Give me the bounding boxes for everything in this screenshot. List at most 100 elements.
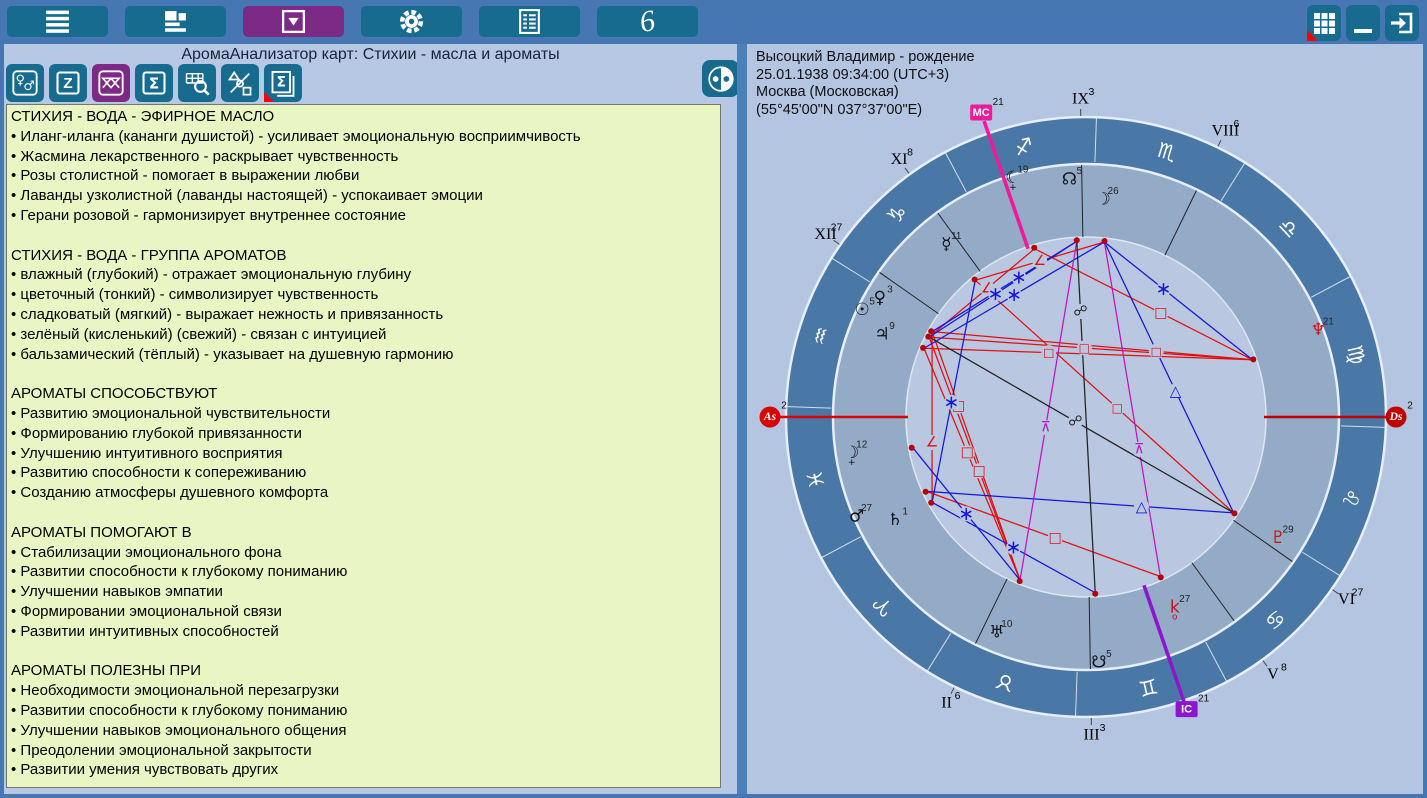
exit-button[interactable] bbox=[1385, 5, 1419, 41]
list-item: • бальзамический (тёплый) - указывает на… bbox=[11, 345, 720, 365]
svg-text:29: 29 bbox=[1283, 524, 1295, 535]
report-icon bbox=[516, 8, 543, 35]
svg-text:Z: Z bbox=[63, 75, 72, 92]
list-item: • Развитии способности к глубокому поним… bbox=[11, 562, 720, 582]
list-item: • Развитии способности к глубокому поним… bbox=[11, 701, 720, 721]
house-label: IX bbox=[1072, 91, 1089, 108]
sun-glyph: ☉ bbox=[855, 300, 870, 320]
section-heading: СТИХИЯ - ВОДА - ЭФИРНОЕ МАСЛО bbox=[11, 107, 720, 127]
aspect-figure-button[interactable] bbox=[92, 64, 130, 102]
snode-glyph: ☋ bbox=[1091, 653, 1106, 673]
aspect-trine-glyph: △ bbox=[1136, 497, 1148, 515]
list-item: • Развитии умения чувствовать других bbox=[11, 760, 720, 780]
menu-icon bbox=[44, 8, 71, 35]
list-item: • Развитию способности к сопереживанию bbox=[11, 463, 720, 483]
svg-text:12: 12 bbox=[856, 439, 868, 450]
aspect-sextile-glyph: ∗ bbox=[988, 283, 1004, 305]
contrast-icon bbox=[706, 64, 736, 94]
tab-logo[interactable]: 6 bbox=[597, 6, 698, 37]
list-item: • Преодолении эмоциональной закрытости bbox=[11, 741, 720, 761]
svg-text:3: 3 bbox=[887, 285, 893, 296]
aspect-opposition-glyph: ☍ bbox=[1073, 304, 1087, 320]
tab-menu[interactable] bbox=[7, 6, 108, 37]
svg-text:27: 27 bbox=[1352, 586, 1364, 598]
analysis-text[interactable]: СТИХИЯ - ВОДА - ЭФИРНОЕ МАСЛО• Иланг-ила… bbox=[6, 104, 721, 788]
list-item: • зелёный (кисленький) (свежий) - связан… bbox=[11, 325, 720, 345]
list-item: • Формировании эмоциональной связи bbox=[11, 602, 720, 622]
list-item: • Развитии интуитивных способностей bbox=[11, 622, 720, 642]
house-label: III bbox=[1084, 726, 1100, 743]
new-marker bbox=[264, 92, 274, 102]
tab-layout[interactable] bbox=[125, 6, 226, 37]
list-item: • Развитию эмоциональной чувствительност… bbox=[11, 404, 720, 424]
list-item: • Розы столистной - помогает в выражении… bbox=[11, 166, 720, 186]
tab-report[interactable] bbox=[479, 6, 580, 37]
aspect-opposition-glyph: ☍ bbox=[1068, 413, 1082, 429]
svg-text:Σ: Σ bbox=[276, 74, 286, 90]
svg-text:27: 27 bbox=[1179, 594, 1191, 605]
list-item: • Лаванды узколистной (лаванды настоящей… bbox=[11, 186, 720, 206]
aspect-sesquiquadrate-glyph: □ bbox=[1112, 401, 1123, 415]
aspect-sextile-glyph: ∗ bbox=[944, 391, 960, 413]
aspect-quincunx-glyph: ⊼ bbox=[1040, 420, 1050, 436]
aspect-sesquiquadrate-glyph: □ bbox=[1043, 346, 1054, 360]
svg-text:o: o bbox=[1172, 612, 1178, 622]
svg-text:11: 11 bbox=[951, 231, 962, 242]
node-glyph: ☊ bbox=[1062, 170, 1077, 190]
as-badge: As bbox=[763, 411, 777, 423]
aspect-semisquare-glyph: ∠ bbox=[1034, 253, 1047, 269]
svg-text:6: 6 bbox=[955, 690, 961, 702]
aspect-square-glyph: □ bbox=[1154, 305, 1167, 321]
svg-text:5: 5 bbox=[1106, 649, 1112, 660]
list-item: • Герани розовой - гармонизирует внутрен… bbox=[11, 206, 720, 226]
zodiac-button[interactable]: Z bbox=[49, 64, 87, 102]
list-item: • Улучшению интуитивного восприятия bbox=[11, 444, 720, 464]
list-item: • Созданию атмосферы душевного комфорта bbox=[11, 483, 720, 503]
layout-icon bbox=[162, 8, 189, 35]
sum-button[interactable]: Σ bbox=[135, 64, 173, 102]
dropdown-icon bbox=[280, 8, 307, 35]
chart-panel: Высоцкий Владимир - рождение25.01.1938 0… bbox=[747, 44, 1423, 794]
aspect-sesquiquadrate-glyph: □ bbox=[1151, 344, 1162, 358]
apps-button[interactable] bbox=[1307, 5, 1341, 41]
gear-icon bbox=[398, 8, 425, 35]
aspect-shapes-button[interactable] bbox=[221, 64, 259, 102]
svg-text:Σ: Σ bbox=[149, 75, 159, 93]
mercury-glyph: ☿ bbox=[941, 234, 951, 254]
new-marker bbox=[1307, 30, 1318, 41]
natal-chart-wheel: ♈♉♊♋♌♍♎♏♐♑♒♓II6III3V8VI27VIII6IX3XI8XII2… bbox=[747, 44, 1423, 794]
section-heading: АРОМАТЫ СПОСОБСТВУЮТ bbox=[11, 384, 720, 404]
app-window: { "topbar": { "tabs": [ {"name":"menu","… bbox=[0, 0, 1427, 798]
tab-analyzer[interactable] bbox=[243, 6, 344, 37]
svg-text:21: 21 bbox=[1198, 694, 1210, 705]
minimize-button[interactable] bbox=[1346, 5, 1380, 41]
list-item: • Формированию глубокой привязанности bbox=[11, 424, 720, 444]
table-search-button[interactable] bbox=[178, 64, 216, 102]
svg-text:8: 8 bbox=[907, 147, 913, 159]
contrast-toggle-button[interactable] bbox=[702, 60, 739, 97]
svg-text:3: 3 bbox=[1100, 722, 1106, 734]
svg-text:+: + bbox=[848, 458, 856, 468]
svg-text:♂: ♂ bbox=[23, 79, 35, 94]
aspect-sextile-glyph: ∗ bbox=[1006, 284, 1022, 306]
sum-pages-button[interactable]: Σ bbox=[264, 64, 302, 102]
panel-title: АромаАнализатор карт: Стихии - масла и а… bbox=[4, 46, 737, 64]
svg-text:3: 3 bbox=[1089, 86, 1095, 98]
jupiter-glyph: ♃ bbox=[874, 325, 889, 345]
svg-text:2: 2 bbox=[1407, 401, 1413, 412]
minimize-icon bbox=[1350, 10, 1376, 36]
aspect-sextile-glyph: ∗ bbox=[1006, 537, 1022, 559]
planets-button[interactable]: ♀♂ bbox=[6, 64, 44, 102]
z-icon: Z bbox=[54, 69, 82, 97]
svg-text:8: 8 bbox=[1281, 661, 1287, 673]
aspect-semisquare-glyph: ∠ bbox=[926, 435, 939, 451]
aspect-square-glyph: □ bbox=[961, 445, 974, 461]
ic-badge: IC bbox=[1181, 704, 1192, 716]
window-buttons bbox=[1307, 5, 1419, 41]
svg-text:27: 27 bbox=[831, 222, 843, 234]
tab-settings[interactable] bbox=[361, 6, 462, 37]
saturn-glyph: ♄ bbox=[887, 510, 902, 530]
house-label: V bbox=[1267, 666, 1279, 683]
svg-text:27: 27 bbox=[861, 503, 873, 514]
mc-badge: MC bbox=[973, 107, 990, 119]
